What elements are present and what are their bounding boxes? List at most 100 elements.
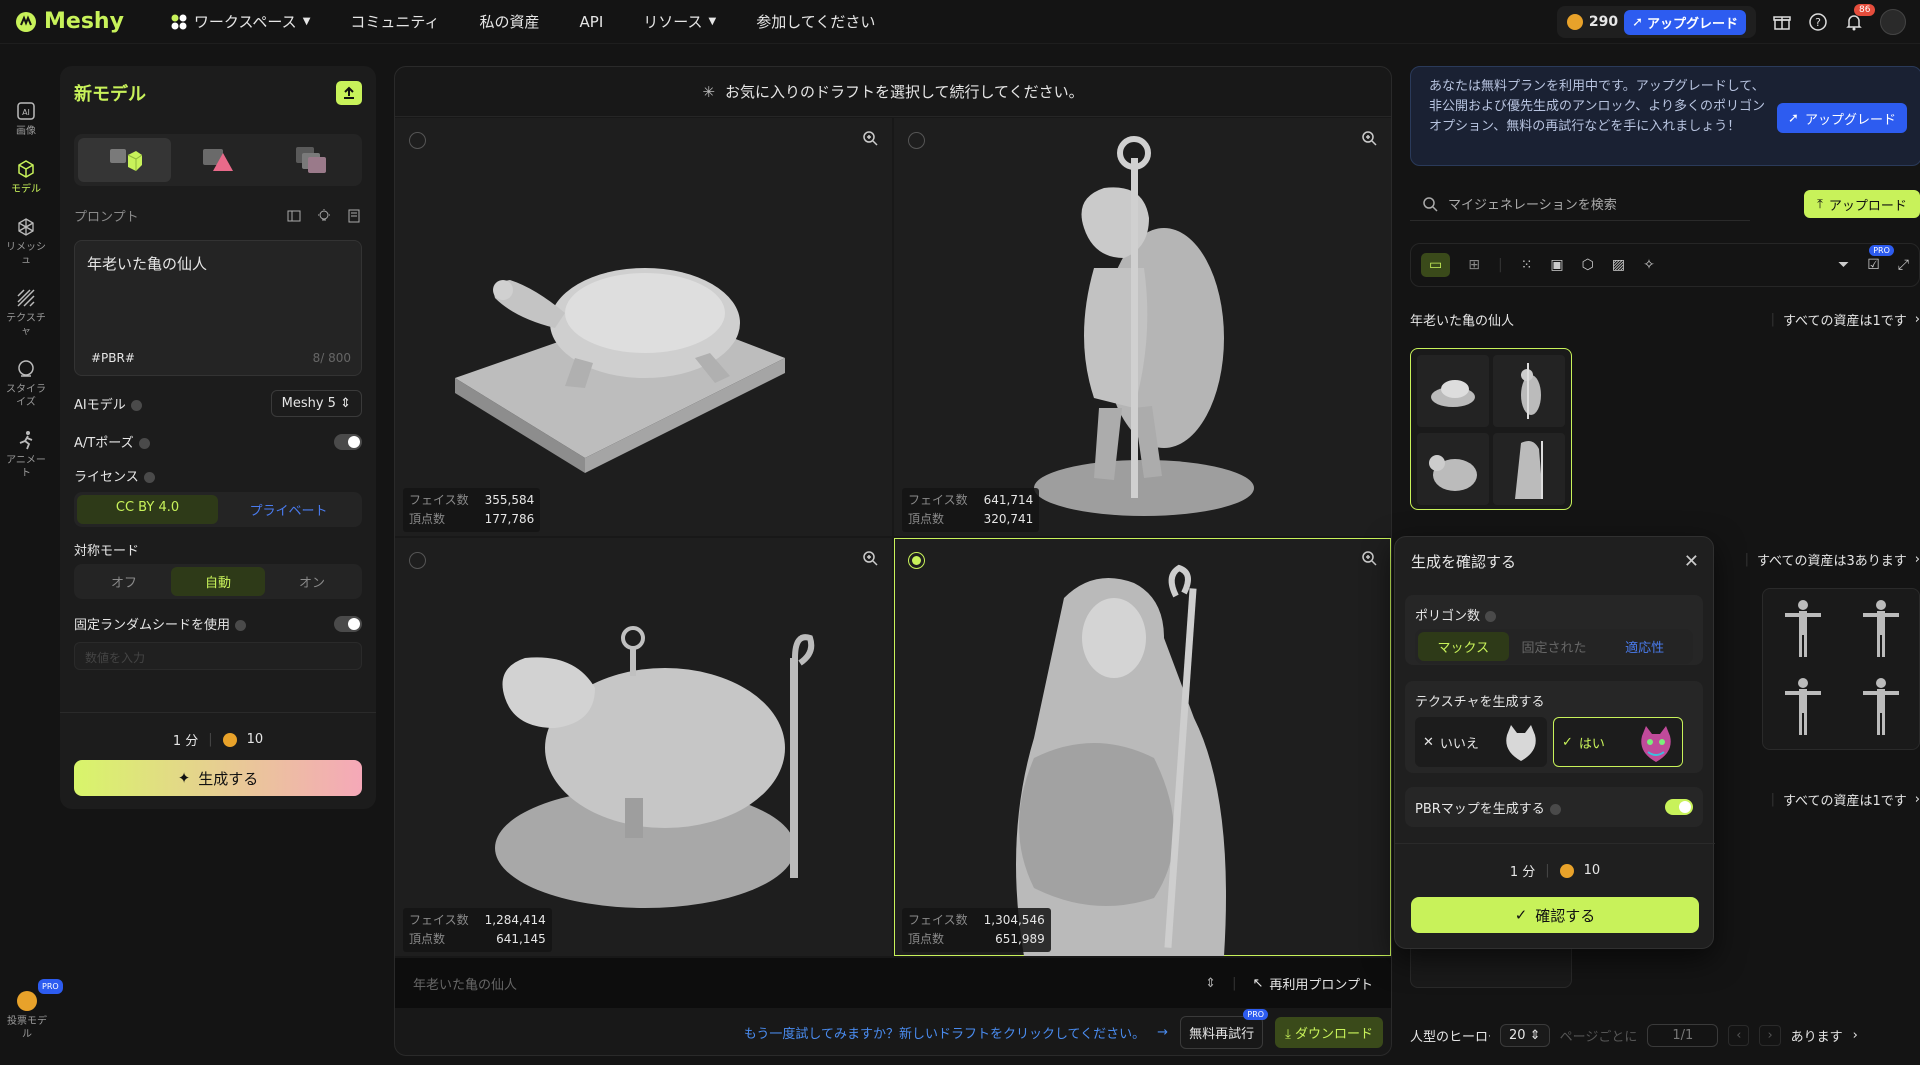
close-icon[interactable]: ✕ (1684, 551, 1699, 572)
grid-icon[interactable]: ⊞ (1468, 257, 1480, 273)
generation-search[interactable]: マイジェネレーションを検索 (1410, 187, 1750, 221)
lightbulb-icon[interactable] (316, 208, 332, 224)
updown-icon[interactable]: ⇕ (1205, 976, 1216, 991)
notifications[interactable]: 86 (1844, 4, 1876, 32)
ai-model-text: AIモデル (74, 397, 126, 413)
draft-selection-area: ✳ お気に入りのドラフトを選択して続行してください。 フェイス数 355,584 … (394, 66, 1392, 1056)
tab-image-to-3d[interactable] (171, 138, 264, 182)
upload-model-button[interactable]: ⤒ アップロード (1804, 190, 1920, 218)
chevron-down-icon: ▼ (708, 16, 717, 27)
info-icon[interactable] (235, 620, 247, 631)
polygon-max[interactable]: マックス (1418, 632, 1509, 661)
rail-item-remesh[interactable]: リメッシュ (0, 216, 52, 267)
turtle-sage-standing-preview (1034, 136, 1254, 516)
texture-filter-icon[interactable]: ▨ (1612, 257, 1625, 273)
free-retry-button[interactable]: 無料再試行 PRO (1180, 1008, 1269, 1049)
expand-icon[interactable]: ⤢ (1898, 257, 1909, 273)
generate-button[interactable]: ✦ 生成する (74, 760, 362, 796)
workspace-menu[interactable]: ワークスペース ▼ (170, 11, 310, 32)
credits-display[interactable]: 290 ➚ アップグレード (1556, 6, 1756, 38)
confirm-button[interactable]: ✓ 確認する (1411, 897, 1699, 933)
rail-item-image[interactable]: AI 画像 (0, 100, 52, 138)
generation-thumbnail-group[interactable] (1762, 588, 1920, 750)
license-private[interactable]: プライベート (218, 495, 359, 524)
avatar[interactable] (1880, 9, 1906, 35)
image-filter-icon[interactable]: ▣ (1550, 257, 1563, 273)
rail-item-stylize[interactable]: スタイライズ (0, 358, 52, 409)
group-count[interactable]: すべての資産は3あります (1757, 550, 1907, 569)
upload-button[interactable] (336, 81, 362, 105)
symmetry-off[interactable]: オフ (77, 567, 171, 596)
info-icon[interactable] (1485, 611, 1497, 622)
seed-label: 固定ランダムシードを使用 (74, 614, 247, 633)
rail-item-texture[interactable]: テクスチャ (0, 287, 52, 338)
per-page-select[interactable]: 20 ⇕ (1500, 1024, 1550, 1047)
symmetry-auto[interactable]: 自動 (171, 567, 265, 596)
pro-badge: PRO (38, 979, 63, 994)
group-count[interactable]: すべての資産は1です (1783, 790, 1907, 809)
select-check-icon[interactable]: ☑ PRO (1867, 245, 1894, 273)
group-header: | すべての資産は1です › (1770, 790, 1920, 809)
cat-textured-icon (1641, 726, 1671, 762)
upgrade-button[interactable]: ➚ アップグレード (1624, 9, 1746, 35)
draft-card-selected[interactable]: フェイス数 1,304,546 頂点数 651,989 (894, 538, 1391, 956)
download-button[interactable]: ⤓ ダウンロード (1275, 1016, 1383, 1048)
seed-input[interactable]: 数値を入力 (74, 642, 362, 670)
rail-item-model[interactable]: モデル (0, 158, 52, 196)
meshy-logo-icon (16, 11, 36, 32)
dots-grid-icon[interactable]: ⁙ (1521, 257, 1533, 273)
workspace-icon (171, 14, 187, 29)
license-cc-by[interactable]: CC BY 4.0 (77, 495, 218, 524)
turtle-model-preview (455, 268, 785, 473)
book-icon[interactable] (346, 208, 362, 224)
info-icon[interactable] (1549, 803, 1561, 815)
polygon-adaptive[interactable]: 適応性 (1599, 632, 1690, 661)
polygon-fixed[interactable]: 固定された (1509, 632, 1600, 661)
info-icon[interactable] (143, 472, 155, 483)
chevron-right-icon: › (1914, 552, 1920, 567)
prompt-textarea[interactable]: 年老いた亀の仙人 #PBR# 8/ 800 (74, 240, 362, 376)
nav-community[interactable]: コミュニティ (350, 11, 439, 32)
vertex-count: 651,989 (995, 932, 1045, 946)
gift-icon[interactable] (1772, 12, 1792, 32)
group-count[interactable]: あります (1791, 1026, 1843, 1045)
texture-no-option[interactable]: ✕ いいえ (1415, 717, 1547, 767)
nav-api[interactable]: API (580, 13, 604, 31)
text-format-icon[interactable] (286, 208, 302, 224)
tab-text-to-3d[interactable] (78, 138, 172, 182)
cube-filter-icon[interactable]: ⬡ (1582, 257, 1594, 273)
banner-upgrade-button[interactable]: ➚ アップグレード (1777, 103, 1907, 133)
tab-multi-image-to-3d[interactable] (265, 138, 358, 182)
page-input[interactable]: 1/1 (1647, 1024, 1719, 1047)
nav-assets[interactable]: 私の資産 (480, 11, 540, 32)
symmetry-on[interactable]: オン (265, 567, 359, 596)
ai-model-select[interactable]: Meshy 5 ⇕ (270, 389, 362, 417)
rail-item-vote[interactable]: PRO 投票モデル (4, 979, 63, 1041)
reuse-prompt-label: 再利用プロンプト (1269, 977, 1373, 993)
prev-page-button[interactable]: ‹ (1728, 1025, 1750, 1046)
group-count[interactable]: すべての資産は1です (1783, 310, 1907, 329)
folder-icon[interactable]: ▭ (1421, 253, 1451, 277)
draft-card[interactable]: フェイス数 641,714 頂点数 320,741 (894, 118, 1391, 536)
nav-resources[interactable]: リソース ▼ (643, 11, 716, 32)
pbr-toggle[interactable] (1665, 799, 1693, 815)
nav-join[interactable]: 参加してください (756, 11, 875, 32)
meshy-logo[interactable]: Meshy (14, 9, 124, 34)
draft-card[interactable]: フェイス数 1,284,414 頂点数 641,145 (395, 538, 892, 956)
license-label: ライセンス (74, 466, 155, 485)
info-icon[interactable] (138, 438, 150, 449)
per-page-value: 20 (1509, 1028, 1526, 1043)
pose-toggle[interactable] (334, 433, 362, 450)
rail-label: アニメート (6, 455, 46, 479)
generation-thumbnail-group[interactable] (1410, 348, 1572, 510)
animate-filter-icon[interactable]: ✧ (1643, 257, 1655, 273)
help-icon[interactable]: ? (1808, 12, 1828, 32)
filter-icon[interactable]: ⏷ (1838, 257, 1849, 273)
next-page-button[interactable]: › (1759, 1025, 1781, 1046)
draft-card[interactable]: フェイス数 355,584 頂点数 177,786 (395, 118, 892, 536)
texture-yes-option[interactable]: ✓ はい (1553, 717, 1683, 767)
info-icon[interactable] (130, 399, 142, 411)
seed-toggle[interactable] (334, 615, 362, 632)
reuse-prompt-button[interactable]: ↖ 再利用プロンプト (1252, 974, 1373, 993)
rail-item-animate[interactable]: アニメート (0, 429, 52, 480)
